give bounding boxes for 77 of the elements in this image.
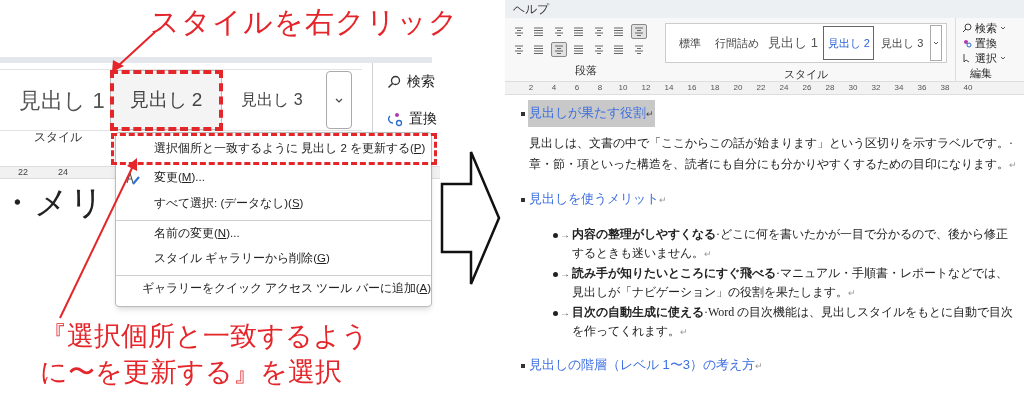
edit-command[interactable]: 検索 [387, 71, 437, 92]
replace-icon [962, 38, 972, 48]
search-icon [962, 23, 972, 33]
replace-icon [387, 110, 403, 127]
edit-command[interactable]: 検索 [962, 21, 1019, 35]
style-gallery-item[interactable]: 標準 [670, 26, 710, 60]
align-center-icon [513, 44, 525, 55]
ruler-number: 24 [778, 84, 790, 92]
list-marker-icon [521, 197, 525, 202]
ruler-number: 36 [916, 84, 928, 92]
chevron-down-icon [933, 41, 940, 45]
ruler-number: 16 [686, 84, 698, 92]
menu-tab[interactable]: ヘルプ [513, 3, 549, 15]
tab-mark: → [560, 267, 570, 281]
bullet-icon [553, 311, 558, 316]
menu-item[interactable]: 名前の変更(N)... [116, 220, 431, 246]
document-heading-text: ・メリ [0, 185, 105, 219]
chevron-down-icon [1000, 26, 1006, 30]
ruler-number: 38 [939, 84, 951, 92]
menu-item[interactable]: 変更(M)... [116, 165, 431, 191]
body-paragraph: 見出しは、文書の中で「ここからこの話が始まります」という区切りを示すラベルです。·章・節・項といった構造を、読者にも自分にも分かりやすくするための目印になります。↵ [528, 135, 1018, 173]
group-label: 段落 [575, 65, 597, 76]
ruler-number: 12 [640, 84, 652, 92]
style-gallery-item[interactable]: 見出し 1 [14, 70, 110, 130]
style-gallery-item[interactable]: 見出し 1 [763, 26, 823, 60]
justify-icon [553, 44, 565, 55]
bullet-text: 目次の自動生成に使える·Word の目次機能は、見出しスタイルをもとに自動で目次を作ってくれます。↵ [572, 304, 1015, 340]
bullet-icon [553, 272, 558, 277]
ruler-number: 22 [755, 84, 767, 92]
menu-item[interactable]: ギャラリーをクイック アクセス ツール バーに追加(A) [116, 275, 431, 301]
ruler-number: 22 [18, 168, 28, 177]
group-label: スタイル [34, 129, 82, 146]
edit-command[interactable]: 置換 [962, 36, 1019, 50]
ruler-number: 10 [617, 84, 629, 92]
list-marker-icon [521, 111, 525, 116]
style-pencil-icon [126, 171, 140, 185]
ruler-number: 34 [893, 84, 905, 92]
ruler-number: 2 [527, 84, 535, 92]
edit-command[interactable]: 選択 [962, 51, 1019, 65]
menu-item[interactable]: 選択個所と一致するように 見出し 2 を更新する(P) [116, 138, 431, 160]
ruler-number: 18 [709, 84, 721, 92]
style-gallery-item[interactable]: 行間詰め [709, 26, 764, 60]
list-marker-icon [521, 363, 525, 368]
tab-mark: → [560, 306, 570, 320]
heading-text: 見出しの階層（レベル 1〜3）の考え方↵ [528, 356, 765, 374]
ruler-number: 32 [870, 84, 882, 92]
justify-button[interactable] [551, 42, 567, 57]
menu-item[interactable]: スタイル ギャラリーから削除(G) [116, 246, 431, 272]
ruler-number: 30 [847, 84, 859, 92]
ruler-number: 24 [58, 168, 69, 177]
style-gallery-item[interactable]: 見出し 2 [822, 26, 875, 60]
bullet-text: 内容の整理がしやすくなる·どこに何を書いたかが一目で分かるので、後から修正するときも迷いません。↵ [572, 226, 1009, 262]
ruler-number: 6 [573, 84, 581, 92]
callout-text: スタイルを右クリック [150, 8, 459, 37]
heading-text: 見出しを使うメリット↵ [528, 190, 668, 208]
ruler-number: 4 [550, 84, 558, 92]
ruler-number: 14 [663, 84, 675, 92]
group-label: 編集 [969, 68, 993, 79]
style-gallery-item[interactable]: 見出し 3 [874, 26, 931, 60]
bullet-text: 読み手が知りたいところにすぐ飛べる·マニュアル・手順書・レポートなどでは、見出しが「ナビゲーション」の役割を果たします。↵ [572, 265, 1009, 301]
tab-mark: → [560, 228, 570, 242]
style-gallery-item[interactable]: 見出し 2 [110, 70, 222, 130]
ruler-number: 8 [596, 84, 604, 92]
ruler-number: 20 [732, 84, 744, 92]
chevron-down-icon [1000, 56, 1006, 60]
group-label: スタイル [784, 69, 828, 80]
style-gallery-item[interactable]: 見出し 3 [222, 70, 322, 130]
menu-item[interactable]: すべて選択: (データなし)(S) [116, 191, 431, 217]
bullet-icon [553, 233, 558, 238]
heading-text: 見出しが果たす役割↵ [528, 100, 655, 127]
ruler-number: 28 [824, 84, 836, 92]
chevron-down-icon [335, 97, 343, 103]
search-icon [387, 74, 401, 89]
edit-command[interactable]: 置換 [387, 108, 437, 129]
ruler-number: 26 [801, 84, 813, 92]
ruler-number: 40 [962, 84, 974, 92]
callout-text: 『選択個所と一致するよう に〜を更新する』を選択 [40, 320, 369, 389]
